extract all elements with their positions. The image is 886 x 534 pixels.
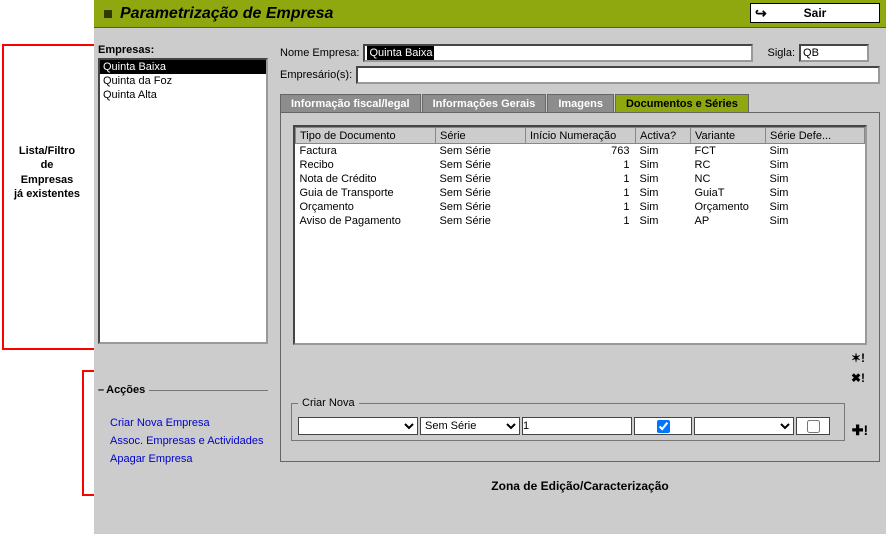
table-row[interactable]: OrçamentoSem Série1SimOrçamentoSim [296,200,865,214]
tab-documentos[interactable]: Documentos e Séries [615,94,749,112]
annotation-companies-label: Lista/Filtro de Empresas já existentes [0,44,94,201]
cell-variante: Orçamento [691,200,766,214]
cell-activa: Sim [636,214,691,228]
exit-button-label: Sair [804,6,827,20]
table-row[interactable]: FacturaSem Série763SimFCTSim [296,144,865,159]
companies-label: Empresas: [98,44,268,56]
nome-input[interactable]: Quinta Baixa [363,44,753,62]
edit-zone: Nome Empresa: Quinta Baixa Sigla: Empres… [280,44,880,528]
delete-icon[interactable]: ✖! [851,371,865,385]
table-action-icons: ✶! ✖! [851,351,865,385]
actions-label: Acções [106,384,145,396]
table-row[interactable]: Aviso de PagamentoSem Série1SimAPSim [296,214,865,228]
cell-tipo: Factura [296,144,436,159]
tab-gerais[interactable]: Informações Gerais [422,94,547,112]
actions-header: – Acções [98,384,268,396]
cell-variante: FCT [691,144,766,159]
cell-tipo: Guia de Transporte [296,186,436,200]
cell-tipo: Nota de Crédito [296,172,436,186]
cell-activa: Sim [636,158,691,172]
new-inicio-input[interactable] [522,417,632,435]
cell-tipo: Aviso de Pagamento [296,214,436,228]
action-link-assoc[interactable]: Assoc. Empresas e Actividades [110,432,268,450]
refresh-icon[interactable]: ✶! [851,351,865,365]
col-tipo[interactable]: Tipo de Documento [296,128,436,144]
nome-label: Nome Empresa: [280,47,359,59]
empresario-input[interactable] [356,66,880,84]
cell-inicio: 763 [526,144,636,159]
company-item[interactable]: Quinta da Foz [100,74,266,88]
page-title: Parametrização de Empresa [120,5,333,23]
cell-variante: AP [691,214,766,228]
cell-serie: Sem Série [436,158,526,172]
cell-serie: Sem Série [436,214,526,228]
col-defeito[interactable]: Série Defe... [766,128,865,144]
action-link-delete[interactable]: Apagar Empresa [110,450,268,468]
cell-activa: Sim [636,144,691,159]
cell-serie: Sem Série [436,186,526,200]
cell-defeito: Sim [766,172,865,186]
cell-inicio: 1 [526,214,636,228]
empresario-label: Empresário(s): [280,69,352,81]
table-row[interactable]: ReciboSem Série1SimRCSim [296,158,865,172]
new-variante-select[interactable] [694,417,794,435]
cell-activa: Sim [636,186,691,200]
cell-inicio: 1 [526,158,636,172]
company-item[interactable]: Quinta Alta [100,88,266,102]
cell-activa: Sim [636,200,691,214]
add-row-button[interactable]: ✚! [850,421,870,439]
cell-inicio: 1 [526,186,636,200]
tab-fiscal[interactable]: Informação fiscal/legal [280,94,421,112]
new-activa-checkbox[interactable] [657,420,670,433]
cell-serie: Sem Série [436,172,526,186]
new-tipo-select[interactable] [298,417,418,435]
annotation-editzone-label: Zona de Edição/Caracterização [281,479,879,493]
new-defeito-checkbox-wrap [796,417,830,435]
tab-imagens[interactable]: Imagens [547,94,614,112]
title-bullet-icon [104,10,112,18]
new-defeito-checkbox[interactable] [807,420,820,433]
table-row[interactable]: Nota de CréditoSem Série1SimNCSim [296,172,865,186]
col-variante[interactable]: Variante [691,128,766,144]
cell-variante: NC [691,172,766,186]
tab-body-documentos: Tipo de Documento Série Início Numeração… [280,112,880,462]
exit-button[interactable]: ↪ Sair [750,3,880,23]
sigla-label: Sigla: [767,47,795,59]
companies-list[interactable]: Quinta Baixa Quinta da Foz Quinta Alta [98,58,268,344]
new-activa-checkbox-wrap [634,417,692,435]
col-activa[interactable]: Activa? [636,128,691,144]
exit-arrow-icon: ↪ [755,5,767,22]
criar-nova-legend: Criar Nova [298,397,359,409]
main-panel: Empresas: Quinta Baixa Quinta da Foz Qui… [94,28,886,534]
cell-inicio: 1 [526,172,636,186]
criar-nova-fieldset: Criar Nova Sem Série [291,397,845,441]
companies-sidebar: Empresas: Quinta Baixa Quinta da Foz Qui… [98,44,268,346]
company-item[interactable]: Quinta Baixa [100,60,266,74]
cell-variante: GuiaT [691,186,766,200]
cell-defeito: Sim [766,214,865,228]
action-link-new-company[interactable]: Criar Nova Empresa [110,414,268,432]
cell-defeito: Sim [766,144,865,159]
divider-line [149,390,268,391]
title-bar: Parametrização de Empresa ↪ Sair [94,0,886,28]
table-row[interactable]: Guia de TransporteSem Série1SimGuiaTSim [296,186,865,200]
cell-serie: Sem Série [436,200,526,214]
new-serie-select[interactable]: Sem Série [420,417,520,435]
cell-variante: RC [691,158,766,172]
cell-defeito: Sim [766,200,865,214]
collapse-dash-icon[interactable]: – [98,384,104,396]
sigla-input[interactable] [799,44,869,62]
col-serie[interactable]: Série [436,128,526,144]
cell-defeito: Sim [766,186,865,200]
cell-serie: Sem Série [436,144,526,159]
cell-tipo: Recibo [296,158,436,172]
cell-defeito: Sim [766,158,865,172]
cell-tipo: Orçamento [296,200,436,214]
cell-inicio: 1 [526,200,636,214]
actions-panel: – Acções Criar Nova Empresa Assoc. Empre… [98,384,268,468]
documents-table[interactable]: Tipo de Documento Série Início Numeração… [293,125,867,345]
tabs-bar: Informação fiscal/legal Informações Gera… [280,94,880,112]
col-inicio[interactable]: Início Numeração [526,128,636,144]
cell-activa: Sim [636,172,691,186]
